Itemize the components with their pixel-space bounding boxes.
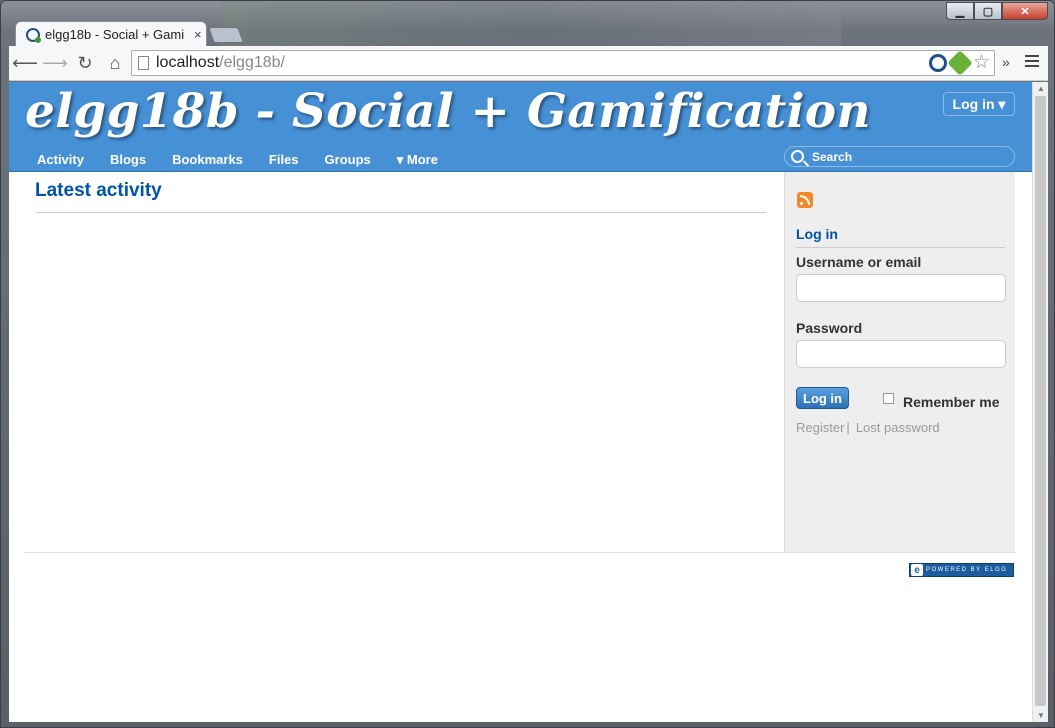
- evernote-extension-icon[interactable]: [947, 50, 973, 76]
- search-icon: [791, 150, 804, 163]
- menu-item-bookmarks[interactable]: Bookmarks: [159, 152, 256, 168]
- menu-item-activity[interactable]: Activity: [9, 152, 97, 168]
- login-heading: Log in: [796, 226, 1005, 248]
- close-tab-icon[interactable]: ×: [194, 27, 202, 42]
- browser-toolbar: ⟵ ⟶ ↻ ⌂ localhost/elgg18b/ ☆ »: [9, 46, 1048, 81]
- scroll-up-icon[interactable]: ▲: [1037, 84, 1045, 93]
- account-links: Register | Lost password: [796, 420, 1005, 435]
- site-title[interactable]: elgg18b - Social + Gamification: [25, 84, 871, 139]
- main-content: Latest activity: [35, 180, 766, 213]
- browser-tab[interactable]: elgg18b - Social + Gami ×: [15, 21, 207, 47]
- search-input[interactable]: [812, 149, 1002, 164]
- extensions-overflow-icon[interactable]: »: [1002, 54, 1010, 70]
- forward-icon[interactable]: ⟶: [41, 49, 69, 77]
- page-icon: [138, 56, 149, 70]
- minimize-button[interactable]: ▁: [946, 2, 974, 20]
- register-link[interactable]: Register: [796, 420, 844, 435]
- powered-by-elgg-badge[interactable]: e POWERED BY ELGG: [909, 563, 1014, 577]
- window-controls: ▁ ▢ ✕: [946, 2, 1048, 20]
- address-bar[interactable]: localhost/elgg18b/ ☆: [131, 50, 995, 76]
- browser-menu-icon[interactable]: [1025, 55, 1039, 70]
- login-actions: Log in Remember me: [796, 386, 1005, 410]
- powered-by-text: POWERED BY ELGG: [926, 567, 1008, 573]
- password-label: Password: [796, 320, 863, 336]
- tab-title: elgg18b - Social + Gami: [45, 27, 185, 42]
- remember-me: Remember me: [883, 392, 1000, 410]
- page-viewport: elgg18b - Social + Gamification Log in ▾…: [9, 82, 1032, 722]
- footer-divider: [25, 552, 1015, 553]
- remember-me-checkbox[interactable]: [883, 392, 894, 404]
- url-host: localhost: [156, 54, 220, 71]
- close-window-button[interactable]: ✕: [1002, 2, 1048, 20]
- back-icon[interactable]: ⟵: [11, 49, 39, 77]
- remember-me-label: Remember me: [903, 394, 1000, 410]
- favicon-icon: [26, 27, 41, 43]
- new-tab-button[interactable]: [208, 27, 244, 43]
- login-dropdown-button[interactable]: Log in ▾: [943, 92, 1015, 116]
- scroll-down-icon[interactable]: ▼: [1037, 711, 1045, 720]
- scroll-thumb[interactable]: [1035, 96, 1046, 706]
- username-label: Username or email: [796, 254, 922, 270]
- page-title: Latest activity: [35, 180, 766, 213]
- omnibox-actions: ☆: [928, 50, 990, 76]
- site-menu: Activity Blogs Bookmarks Files Groups ▾ …: [9, 152, 451, 168]
- lost-password-link[interactable]: Lost password: [856, 420, 940, 435]
- site-header: elgg18b - Social + Gamification Log in ▾…: [9, 82, 1032, 172]
- maximize-button[interactable]: ▢: [974, 2, 1002, 20]
- link-separator: |: [846, 420, 850, 435]
- menu-item-more[interactable]: ▾ More: [384, 152, 451, 168]
- window-titlebar-background: [221, 1, 841, 47]
- home-icon[interactable]: ⌂: [101, 49, 129, 77]
- ie-tab-extension-icon[interactable]: [928, 54, 947, 72]
- reload-icon[interactable]: ↻: [71, 49, 99, 77]
- window-bottom-frame: [1, 722, 1054, 727]
- username-field[interactable]: [796, 274, 1006, 302]
- vertical-scrollbar[interactable]: ▲ ▼: [1032, 82, 1048, 722]
- rss-icon[interactable]: [797, 192, 813, 208]
- search-box: [784, 146, 1015, 167]
- sidebar: Log in Username or email Password Log in…: [784, 172, 1015, 552]
- login-button[interactable]: Log in: [796, 387, 849, 409]
- menu-item-groups[interactable]: Groups: [312, 152, 384, 168]
- elgg-logo-icon: e: [911, 564, 923, 576]
- bookmark-star-icon[interactable]: ☆: [973, 53, 990, 72]
- url-path: /elgg18b/: [219, 54, 285, 71]
- menu-item-files[interactable]: Files: [256, 152, 312, 168]
- browser-window: ▁ ▢ ✕ elgg18b - Social + Gami × ⟵ ⟶ ↻ ⌂ …: [0, 0, 1055, 728]
- menu-item-blogs[interactable]: Blogs: [97, 152, 159, 168]
- password-field[interactable]: [796, 340, 1006, 368]
